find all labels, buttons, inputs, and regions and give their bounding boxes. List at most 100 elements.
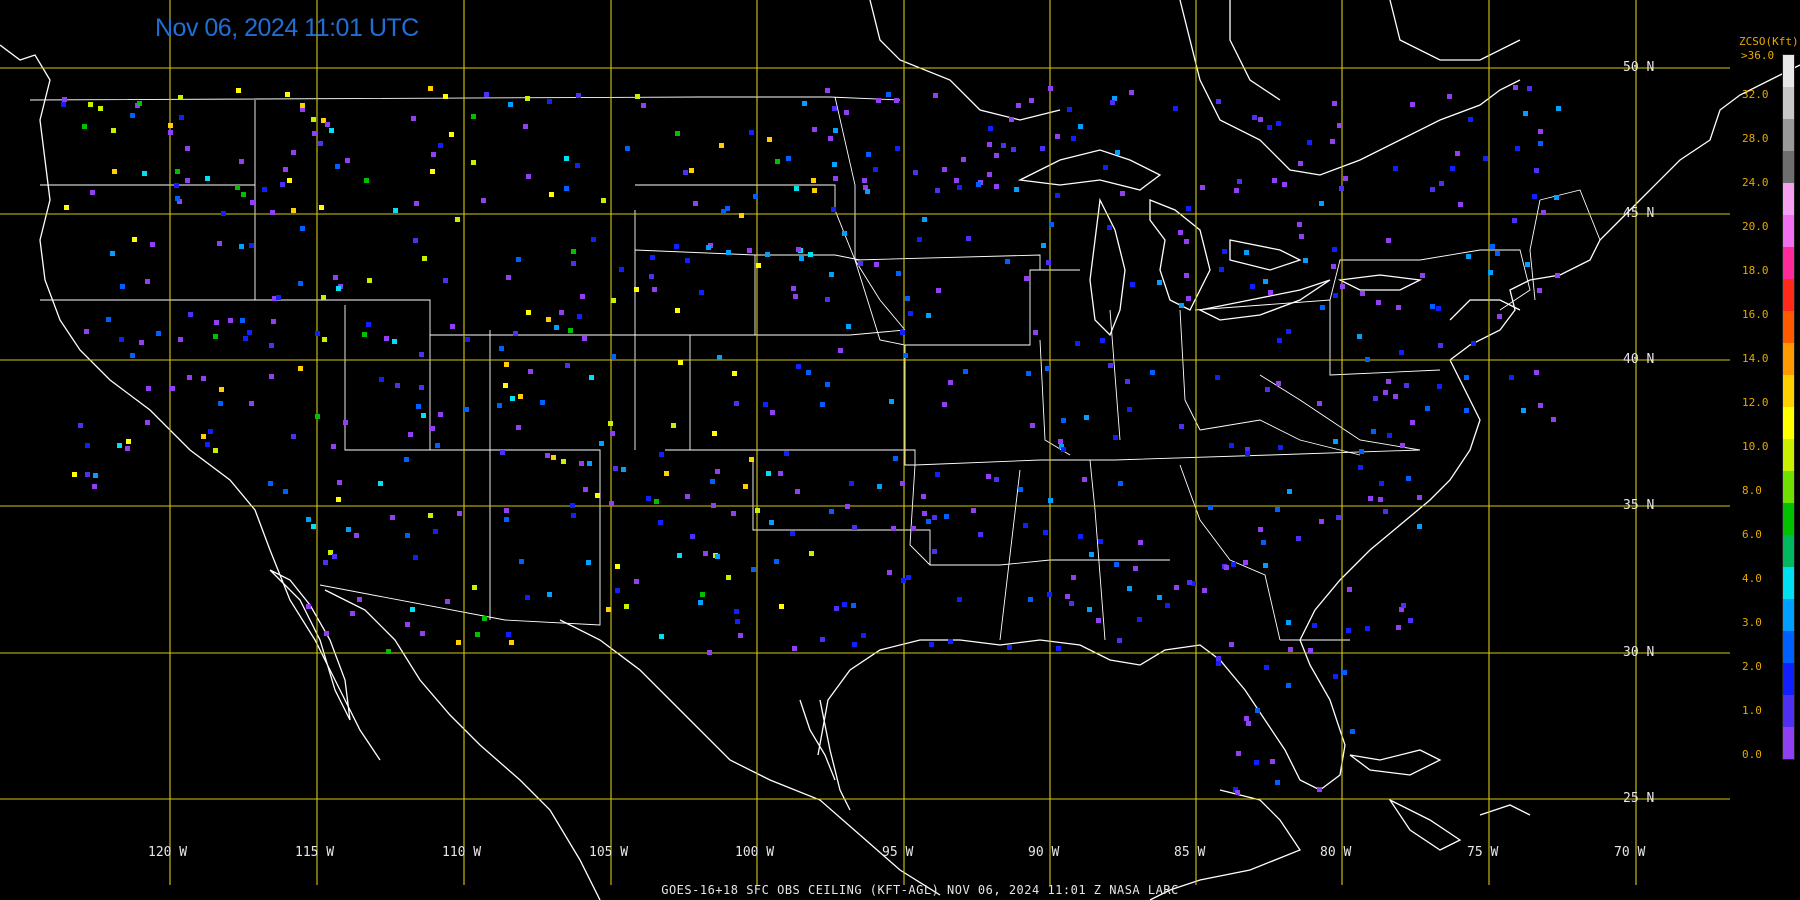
- station-marker: [1045, 366, 1050, 371]
- station-marker: [611, 298, 616, 303]
- station-marker: [1319, 201, 1324, 206]
- station-marker: [1115, 150, 1120, 155]
- station-marker: [386, 649, 391, 654]
- station-marker: [571, 513, 576, 518]
- station-marker: [1296, 536, 1301, 541]
- station-marker: [820, 402, 825, 407]
- station-marker: [753, 194, 758, 199]
- station-marker: [1187, 580, 1192, 585]
- legend-swatch: [1783, 279, 1794, 311]
- station-marker: [1437, 384, 1442, 389]
- station-marker: [1184, 239, 1189, 244]
- legend-swatch: [1783, 183, 1794, 215]
- station-marker: [580, 294, 585, 299]
- station-marker: [802, 101, 807, 106]
- station-marker: [331, 444, 336, 449]
- station-marker: [978, 532, 983, 537]
- station-marker: [1396, 305, 1401, 310]
- station-marker: [1288, 647, 1293, 652]
- station-marker: [1043, 530, 1048, 535]
- station-marker: [337, 480, 342, 485]
- legend-swatch: [1783, 439, 1794, 471]
- station-marker: [516, 257, 521, 262]
- station-marker: [1084, 415, 1089, 420]
- station-marker: [1534, 370, 1539, 375]
- station-marker: [625, 146, 630, 151]
- station-marker: [775, 159, 780, 164]
- station-marker: [1333, 439, 1338, 444]
- station-marker: [595, 493, 600, 498]
- station-marker: [568, 328, 573, 333]
- station-marker: [1186, 206, 1191, 211]
- station-marker: [239, 159, 244, 164]
- legend-swatch: [1783, 311, 1794, 343]
- legend-level-label: 28.0: [1742, 132, 1769, 145]
- station-marker: [942, 402, 947, 407]
- station-marker: [1393, 166, 1398, 171]
- station-marker: [525, 595, 530, 600]
- station-marker: [187, 375, 192, 380]
- station-marker: [1312, 623, 1317, 628]
- station-marker: [606, 607, 611, 612]
- station-marker: [218, 401, 223, 406]
- longitude-label: 95 W: [882, 845, 914, 860]
- station-marker: [756, 263, 761, 268]
- station-marker: [1216, 661, 1221, 666]
- legend-level-label: 3.0: [1742, 616, 1762, 629]
- station-marker: [510, 396, 515, 401]
- station-marker: [1471, 341, 1476, 346]
- station-marker: [900, 330, 905, 335]
- longitude-label: 105 W: [589, 845, 629, 860]
- station-marker: [1298, 161, 1303, 166]
- station-marker: [1447, 94, 1452, 99]
- station-marker: [613, 466, 618, 471]
- station-marker: [1515, 146, 1520, 151]
- station-marker: [323, 560, 328, 565]
- station-marker: [1466, 254, 1471, 259]
- station-marker: [1237, 179, 1242, 184]
- station-marker: [1219, 267, 1224, 272]
- station-marker: [64, 205, 69, 210]
- station-marker: [1538, 141, 1543, 146]
- station-marker: [852, 525, 857, 530]
- station-marker: [1350, 729, 1355, 734]
- station-marker: [1386, 238, 1391, 243]
- station-marker: [961, 157, 966, 162]
- station-marker: [634, 579, 639, 584]
- station-marker: [430, 426, 435, 431]
- station-marker: [895, 146, 900, 151]
- station-marker: [1246, 721, 1251, 726]
- station-marker: [858, 261, 863, 266]
- station-marker: [712, 431, 717, 436]
- longitude-label: 110 W: [442, 845, 482, 860]
- station-marker: [1430, 304, 1435, 309]
- station-marker: [1307, 140, 1312, 145]
- station-marker: [395, 383, 400, 388]
- station-marker: [1331, 264, 1336, 269]
- station-marker: [120, 284, 125, 289]
- station-marker: [591, 237, 596, 242]
- station-marker: [1333, 293, 1338, 298]
- station-marker: [315, 414, 320, 419]
- station-marker: [832, 106, 837, 111]
- station-marker: [549, 192, 554, 197]
- station-marker: [1464, 408, 1469, 413]
- station-marker: [1317, 401, 1322, 406]
- legend-swatch: [1783, 631, 1794, 663]
- station-marker: [971, 508, 976, 513]
- station-marker: [504, 517, 509, 522]
- station-marker: [318, 141, 323, 146]
- legend-level-label: 12.0: [1742, 396, 1769, 409]
- station-marker: [291, 434, 296, 439]
- station-marker: [500, 450, 505, 455]
- station-marker: [921, 494, 926, 499]
- station-marker: [214, 320, 219, 325]
- station-marker: [300, 226, 305, 231]
- station-marker: [464, 407, 469, 412]
- station-marker: [862, 178, 867, 183]
- station-marker: [1243, 560, 1248, 565]
- station-marker: [168, 123, 173, 128]
- station-marker: [250, 200, 255, 205]
- station-marker: [874, 262, 879, 267]
- station-marker: [1055, 193, 1060, 198]
